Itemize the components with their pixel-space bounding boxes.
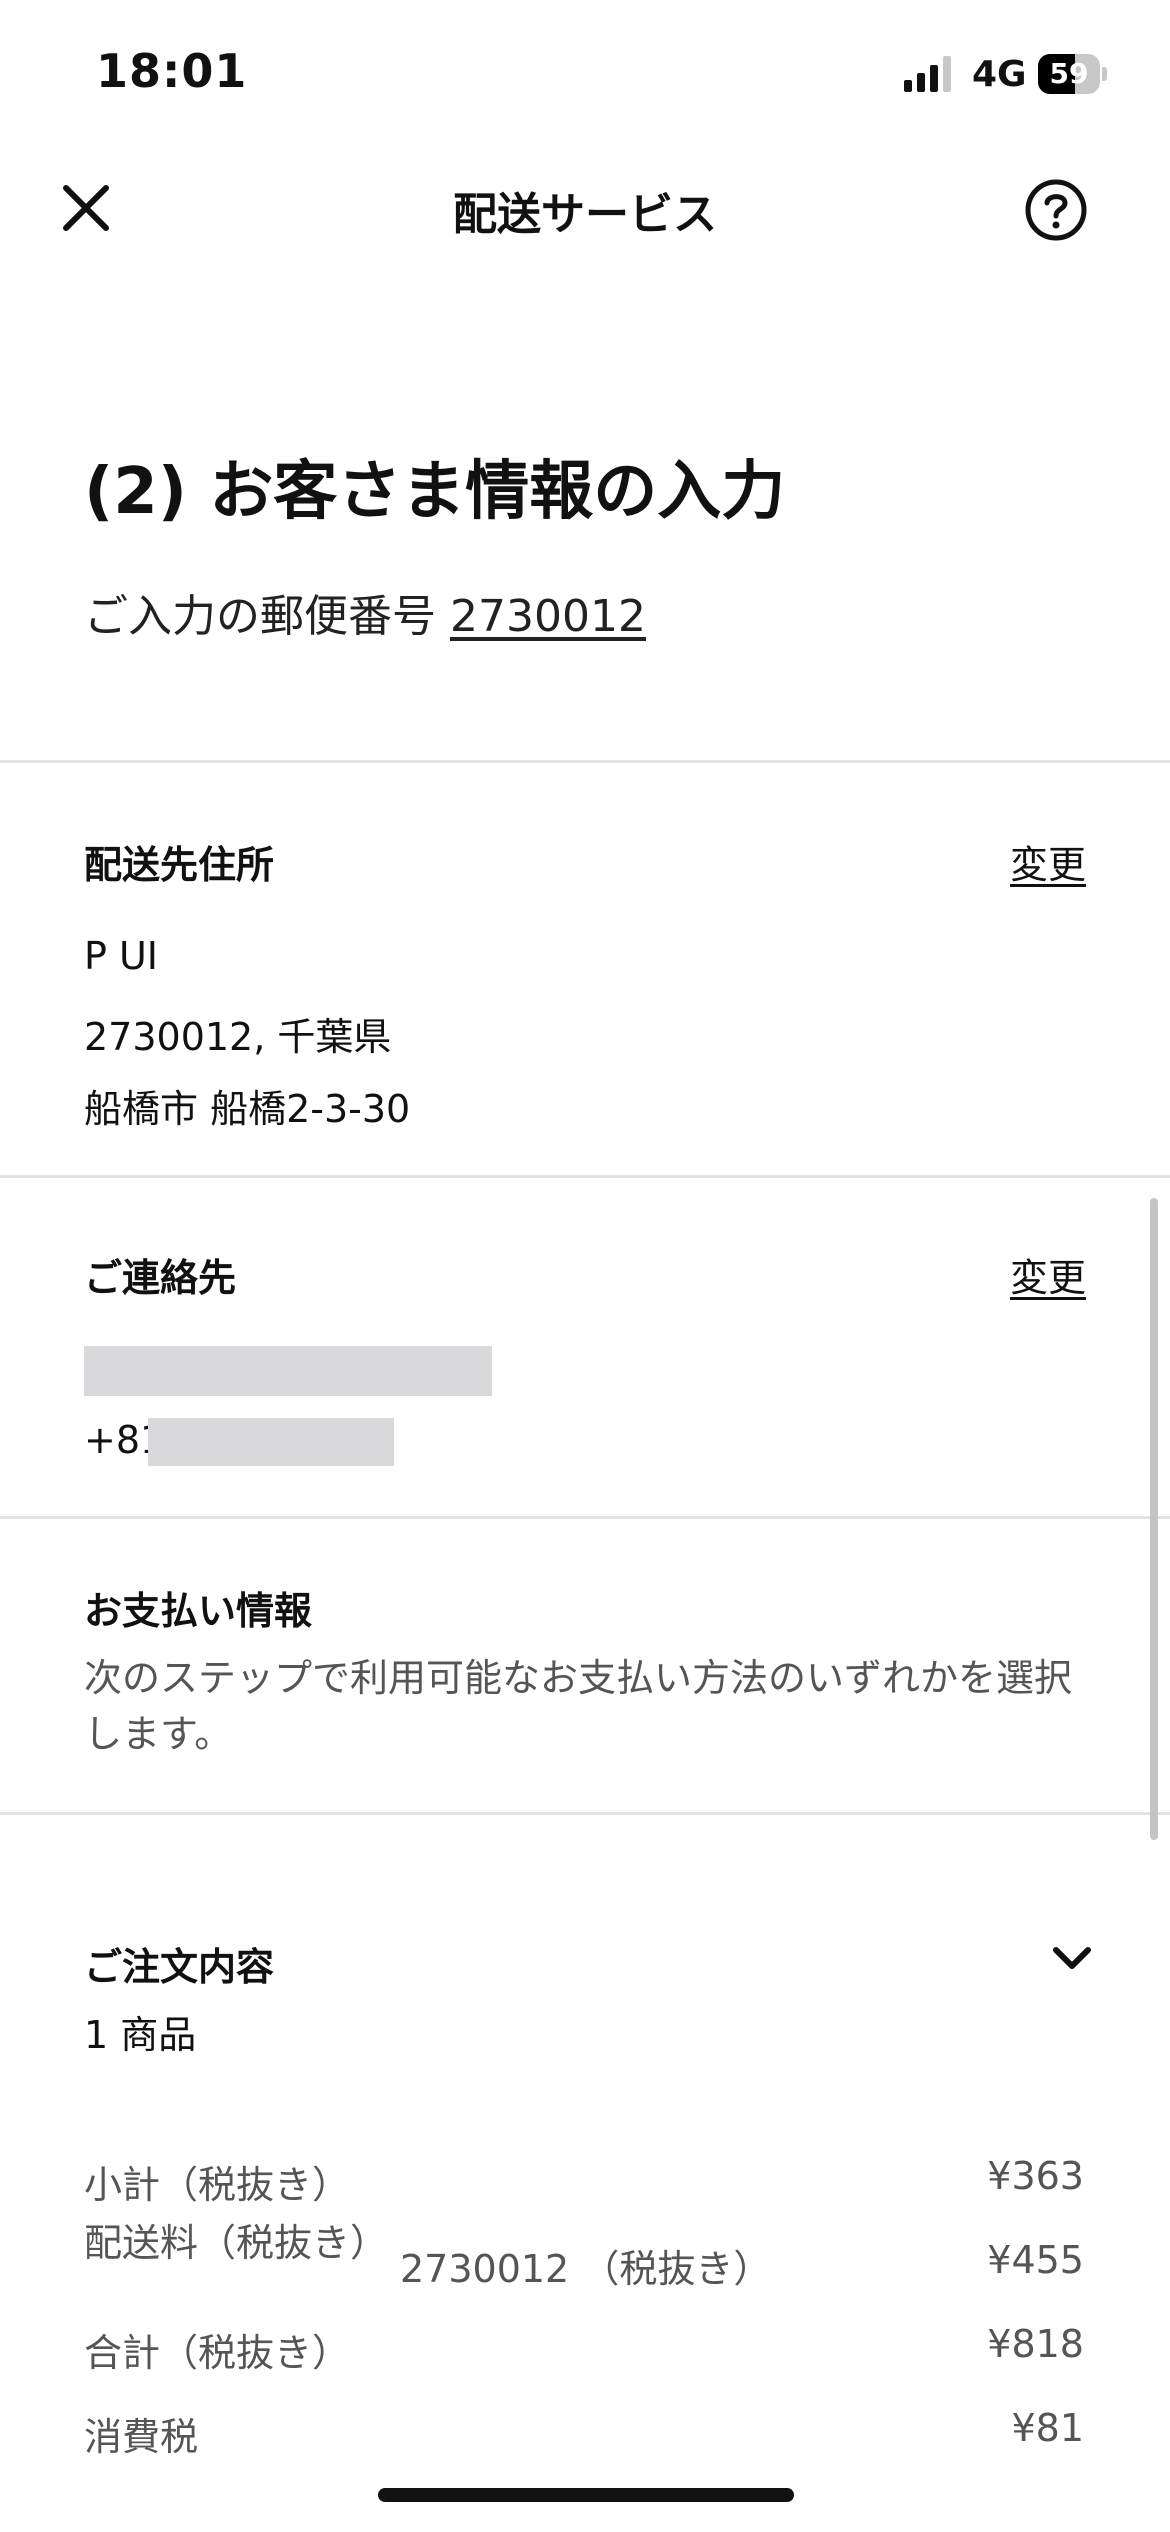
divider xyxy=(0,1812,1170,1815)
address-line: 2730012, 千葉県 xyxy=(84,1015,392,1059)
address-line: 船橋市 船橋2-3-30 xyxy=(84,1087,411,1131)
subtotal-label: 小計（税抜き） xyxy=(84,2163,351,2207)
address-line: P UI xyxy=(84,934,159,978)
status-time: 18:01 xyxy=(96,44,248,98)
postal-prefix: ご入力の郵便番号 xyxy=(84,591,436,642)
total-label: 合計（税抜き） xyxy=(84,2331,351,2375)
divider xyxy=(0,1175,1170,1178)
shipping-fee-value: ¥455 xyxy=(987,2238,1084,2282)
divider xyxy=(0,760,1170,763)
change-address-link[interactable]: 変更 xyxy=(950,834,1086,889)
item-count: 1 商品 xyxy=(84,2013,197,2057)
redacted-email xyxy=(84,1346,492,1396)
page-title: 配送サービス xyxy=(453,189,717,240)
subtotal-value: ¥363 xyxy=(987,2154,1084,2198)
scrollbar[interactable] xyxy=(1150,1198,1158,1840)
divider xyxy=(0,1516,1170,1519)
contact-title: ご連絡先 xyxy=(84,1256,237,1300)
tax-label: 消費税 xyxy=(84,2415,199,2459)
help-circle-icon[interactable] xyxy=(1024,178,1088,242)
home-indicator xyxy=(378,2488,794,2502)
payment-description: 次のステップで利用可能なお支払い方法のいずれかを選択します。 xyxy=(84,1656,1073,1756)
shipping-address-title: 配送先住所 xyxy=(84,843,275,887)
shipping-fee-label: 配送料（税抜き） xyxy=(84,2221,389,2265)
postal-code-link[interactable]: 2730012 xyxy=(450,591,646,642)
signal-icon xyxy=(904,56,951,92)
postal-line: ご入力の郵便番号 2730012 xyxy=(84,580,646,644)
chevron-down-icon[interactable] xyxy=(1048,1938,1096,1978)
total-value: ¥818 xyxy=(987,2322,1084,2366)
step-title: (2) お客さま情報の入力 xyxy=(84,455,786,529)
battery-level: 59 xyxy=(1049,57,1089,90)
network-type: 4G xyxy=(972,54,1027,95)
order-title: ご注文内容 xyxy=(84,1945,275,1989)
shipping-fee-postal: 2730012 （税抜き） xyxy=(400,2247,772,2291)
battery-icon: 59 xyxy=(1038,54,1108,94)
payment-title: お支払い情報 xyxy=(84,1589,313,1633)
redacted-phone xyxy=(148,1418,394,1466)
tax-value: ¥81 xyxy=(1011,2406,1084,2450)
change-contact-link[interactable]: 変更 xyxy=(950,1247,1086,1302)
